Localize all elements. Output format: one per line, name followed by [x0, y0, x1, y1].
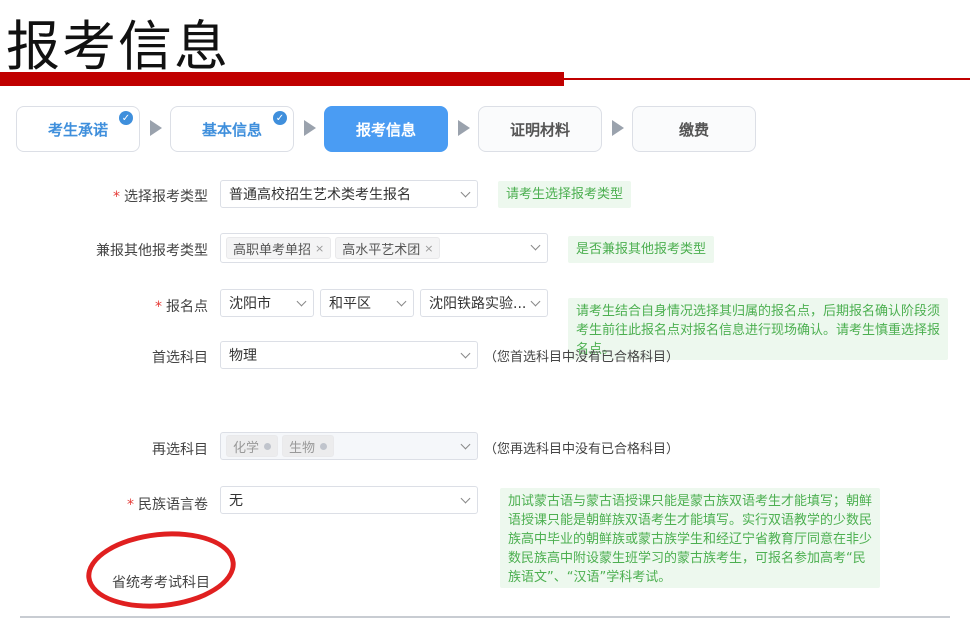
step-commitment[interactable]: 考生承诺 ✓ [16, 106, 140, 152]
first-subject-label: 首选科目 [152, 350, 208, 366]
city-select[interactable]: 沈阳市 [220, 289, 314, 317]
close-icon[interactable]: × [315, 242, 324, 255]
step-label: 基本信息 [201, 120, 262, 139]
required-mark: * [127, 497, 134, 513]
tag[interactable]: 高职单考单招 × [226, 237, 332, 259]
exam-type-value: 普通高校招生艺术类考生报名 [229, 187, 411, 203]
step-payment[interactable]: 缴费 [632, 106, 756, 152]
second-subject-label: 再选科目 [152, 442, 208, 458]
tag[interactable]: 高水平艺术团 × [335, 237, 441, 259]
arrow-icon [150, 120, 162, 136]
other-types-label: 兼报其他报考类型 [96, 243, 208, 259]
chevron-down-icon [530, 296, 541, 307]
step-label: 证明材料 [509, 120, 570, 139]
chevron-down-icon [460, 439, 471, 450]
page-title: 报考信息 [6, 15, 230, 78]
title-underline-thin [564, 78, 970, 80]
dot-icon [264, 442, 272, 450]
first-subject-note: （您首选科目中没有已合格科目） [484, 350, 680, 365]
arrow-icon [304, 120, 316, 136]
chevron-down-icon [460, 187, 471, 198]
chevron-down-icon [460, 493, 471, 504]
arrow-icon [612, 120, 624, 136]
annotation-ellipse [82, 524, 240, 616]
required-mark: * [113, 189, 120, 205]
other-types-select[interactable]: 高职单考单招 × 高水平艺术团 × [220, 233, 548, 263]
title-underline-bar [0, 72, 564, 86]
dot-icon [320, 442, 328, 450]
bottom-divider [20, 616, 950, 618]
chevron-down-icon [396, 296, 407, 307]
step-label: 缴费 [678, 120, 709, 139]
other-types-hint: 是否兼报其他报考类型 [568, 236, 715, 263]
site-select[interactable]: 沈阳铁路实验... [420, 289, 548, 317]
step-label: 考生承诺 [47, 120, 108, 139]
ethnic-language-hint: 加试蒙古语与蒙古语授课只能是蒙古族双语考生才能填写；朝鲜语授课只能是朝鲜族双语考… [500, 488, 880, 588]
first-subject-select[interactable]: 物理 [220, 341, 478, 369]
check-icon: ✓ [273, 111, 287, 125]
district-select[interactable]: 和平区 [320, 289, 414, 317]
ethnic-language-label: * 民族语言卷 [127, 497, 208, 513]
step-exam-info[interactable]: 报考信息 [324, 106, 448, 152]
arrow-icon [458, 120, 470, 136]
location-label: * 报名点 [155, 299, 208, 315]
exam-type-label: * 选择报考类型 [113, 189, 208, 205]
second-subject-select[interactable]: 化学 生物 [220, 432, 478, 460]
step-label: 报考信息 [355, 120, 416, 139]
ethnic-language-select[interactable]: 无 [220, 486, 478, 514]
tag: 化学 [226, 435, 279, 457]
chevron-down-icon [460, 348, 471, 359]
close-icon[interactable]: × [424, 242, 433, 255]
step-basic-info[interactable]: 基本信息 ✓ [170, 106, 294, 152]
check-icon: ✓ [119, 111, 133, 125]
chevron-down-icon [296, 296, 307, 307]
exam-type-select[interactable]: 普通高校招生艺术类考生报名 [220, 180, 478, 208]
required-mark: * [155, 299, 162, 315]
exam-type-hint: 请考生选择报考类型 [498, 181, 632, 208]
chevron-down-icon [530, 240, 541, 251]
tag: 生物 [282, 435, 335, 457]
step-documents[interactable]: 证明材料 [478, 106, 602, 152]
second-subject-note: （您再选科目中没有已合格科目） [484, 442, 680, 457]
